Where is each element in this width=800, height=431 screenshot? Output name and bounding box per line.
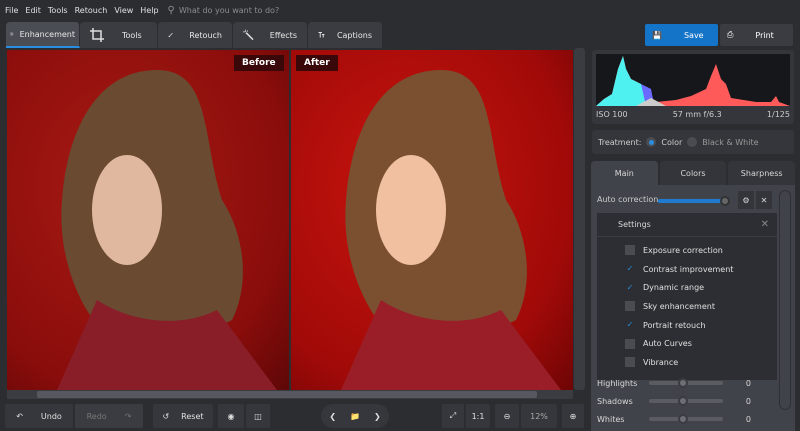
slider-row: Whites 0 [597,414,751,424]
slider[interactable] [649,396,723,406]
zoom-out-button[interactable]: ⊖ [495,404,519,428]
menu-help[interactable]: Help [140,6,158,15]
tab-enhancement[interactable]: Enhancement [6,22,80,48]
slider-handle[interactable] [678,396,688,406]
menu-tools[interactable]: Tools [48,6,68,15]
close-auto-button[interactable]: ✕ [756,191,772,209]
menu-view[interactable]: View [114,6,133,15]
previous-icon[interactable]: ❮ [329,412,336,421]
vertical-scrollbar[interactable] [574,48,585,390]
radio-color[interactable] [646,137,657,147]
menu-retouch[interactable]: Retouch [75,6,108,15]
compare-button[interactable]: ◫ [246,404,270,428]
tab-main[interactable]: Main [591,161,658,185]
setting-4[interactable]: ✓ Portrait retouch [597,316,777,335]
menu-file[interactable]: File [5,6,18,15]
next-icon[interactable]: ❯ [374,412,381,421]
setting-3[interactable]: Sky enhancement [597,297,777,316]
fit-screen-icon: ⤢ [449,411,457,420]
search-input[interactable]: What do you want to do? [179,6,279,15]
save-icon: 💾 [652,30,662,40]
gear-icon: ⚙ [742,195,750,205]
tab-captions[interactable]: Captions [308,22,383,48]
radio-bw[interactable] [687,137,698,147]
save-button[interactable]: 💾 Save [645,24,718,46]
slider-handle[interactable] [678,378,688,388]
slider-row: Highlights 0 [597,378,751,388]
auto-correction-slider[interactable] [658,196,730,206]
tab-retouch[interactable]: Retouch [158,22,233,48]
preview-button[interactable]: ◉ [218,404,244,428]
checkbox[interactable] [625,338,635,349]
redo-button[interactable]: Redo ↷ [75,404,143,428]
magic-wand-icon [243,29,254,41]
close-icon: ✕ [760,195,768,205]
reset-button[interactable]: ↺ Reset [153,404,213,428]
setting-6[interactable]: Vibrance [597,353,777,372]
printer-icon: ⎙ [727,30,734,39]
crop-icon [90,28,104,42]
settings-button[interactable]: ⚙ [738,191,754,209]
reset-icon: ↺ [162,411,170,421]
before-photo: Before [7,50,289,390]
slider-handle[interactable] [678,414,688,424]
setting-5[interactable]: Auto Curves [597,334,777,353]
tab-tools[interactable]: Tools [80,22,158,48]
checkbox[interactable] [625,245,635,256]
eye-icon: ◉ [227,411,235,421]
main-panel: Auto correction ⚙ ✕ Settings ✕ Exposure c… [591,185,795,431]
setting-2[interactable]: ✓ Dynamic range [597,278,777,297]
print-button[interactable]: ⎙ Print [720,24,793,46]
panel-scrollbar[interactable] [779,190,791,410]
settings-popup: Settings ✕ Exposure correction ✓ Contrast i… [597,213,777,380]
tab-sharpness[interactable]: Sharpness [728,161,796,185]
tab-colors[interactable]: Colors [659,161,727,185]
undo-button[interactable]: ↶ Undo [5,404,73,428]
horizontal-scrollbar[interactable] [7,390,573,399]
menu-edit[interactable]: Edit [25,6,41,15]
setting-1[interactable]: ✓ Contrast improvement [597,260,777,279]
slider[interactable] [649,378,723,388]
checkbox[interactable]: ✓ [625,320,635,330]
checkbox[interactable]: ✓ [625,283,635,293]
tab-effects[interactable]: Effects [233,22,308,48]
plus-icon: ⊕ [569,411,577,421]
compare-icon: ◫ [254,411,262,421]
search-icon: ⚲ [167,4,175,16]
redo-icon: ↷ [124,411,132,421]
zoom-in-button[interactable]: ⊕ [562,404,584,428]
menu-bar: File Edit Tools Retouch View Help ⚲ What … [0,0,800,20]
search-box[interactable]: ⚲ What do you want to do? [168,5,280,16]
undo-icon: ↶ [16,411,23,421]
checkbox[interactable] [625,357,635,368]
main-tabs: Enhancement Tools Retouch Effects Captio… [6,22,383,48]
before-label: Before [234,55,284,71]
after-label: After [296,55,338,71]
zoom-level[interactable]: 12% [521,404,557,428]
histogram [596,54,790,106]
text-icon [318,32,325,38]
close-settings-icon[interactable]: ✕ [761,219,769,230]
minus-icon: ⊖ [503,411,511,421]
fit-button[interactable]: ⤢ [442,404,464,428]
scrollbar-thumb[interactable] [37,391,537,398]
after-photo: After [291,50,573,390]
slider[interactable] [649,414,723,424]
brush-icon [168,32,173,38]
actual-size-button[interactable]: 1:1 [466,404,490,428]
histogram-panel: ISO 100 57 mm f/6.3 1/125 [592,50,794,124]
sliders-icon [10,32,14,36]
checkbox[interactable]: ✓ [625,264,635,274]
panel-tabs: Main Colors Sharpness [591,161,796,185]
treatment-row: Treatment: Color Black & White [592,130,794,154]
exif-info: ISO 100 57 mm f/6.3 1/125 [596,110,790,119]
setting-0[interactable]: Exposure correction [597,241,777,260]
checkbox[interactable] [625,301,635,312]
slider-row: Shadows 0 [597,396,751,406]
folder-icon[interactable]: 📁 [350,412,360,421]
file-navigator: ❮ 📁 ❯ [321,404,389,428]
